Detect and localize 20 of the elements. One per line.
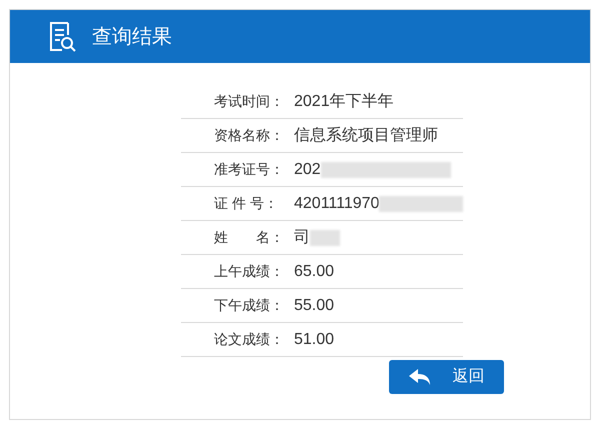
field-label: 下午成绩： — [213, 296, 284, 315]
field-value: 65.00 — [294, 262, 334, 282]
field-label: 证 件 号： — [213, 194, 279, 213]
back-button[interactable]: 返回 — [389, 360, 504, 394]
field-label: 考试时间： — [213, 92, 284, 111]
field-value: 信息系统项目管理师 — [294, 126, 438, 146]
field-value: 51.00 — [294, 330, 334, 350]
reply-arrow-icon — [408, 369, 430, 385]
field-label: 准考证号： — [213, 160, 284, 179]
document-search-icon — [48, 20, 76, 52]
field-label: 上午成绩： — [213, 262, 284, 281]
field-label: 资格名称： — [213, 126, 284, 145]
field-value: 2021年下半年 — [294, 92, 394, 112]
field-value: 司 — [294, 228, 310, 248]
field-value: 202 — [294, 160, 321, 180]
field-value: 55.00 — [294, 296, 334, 316]
header-title: 查询结果 — [92, 24, 172, 50]
field-label: 论文成绩： — [213, 330, 284, 349]
field-label: 姓 名： — [213, 228, 284, 247]
field-value: 4201111970 — [294, 194, 380, 214]
